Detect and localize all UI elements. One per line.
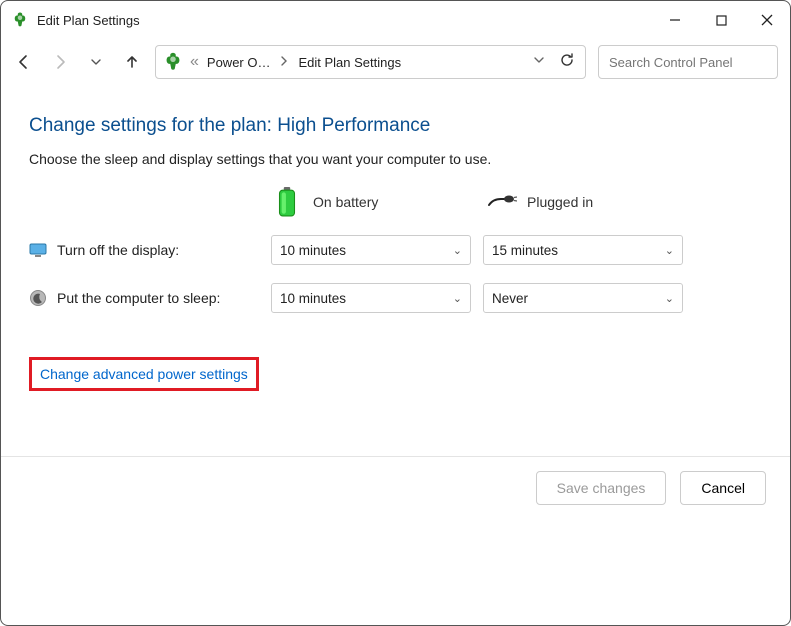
page-description: Choose the sleep and display settings th… [29, 151, 762, 167]
window-controls [652, 1, 790, 39]
refresh-button[interactable] [559, 52, 575, 73]
chevron-right-icon [278, 56, 290, 69]
column-plugged: Plugged in [483, 193, 683, 211]
save-button[interactable]: Save changes [536, 471, 667, 505]
up-button[interactable] [121, 51, 143, 73]
row-sleep-label: Put the computer to sleep: [29, 289, 259, 307]
breadcrumb-editplan[interactable]: Edit Plan Settings [294, 53, 405, 72]
advanced-power-link[interactable]: Change advanced power settings [29, 357, 259, 391]
search-input[interactable] [607, 54, 787, 71]
minimize-button[interactable] [652, 1, 698, 39]
address-app-icon [162, 51, 184, 73]
display-plugged-select[interactable]: 15 minutes ⌄ [483, 235, 683, 265]
column-battery: On battery [271, 187, 471, 217]
page-heading: Change settings for the plan: High Perfo… [29, 115, 762, 137]
sleep-plugged-select[interactable]: Never ⌄ [483, 283, 683, 313]
breadcrumb-prefix: « [190, 53, 199, 71]
content: Change settings for the plan: High Perfo… [1, 89, 790, 391]
sleep-plugged-value: Never [492, 291, 528, 306]
forward-button[interactable] [49, 51, 71, 73]
display-battery-value: 10 minutes [280, 243, 346, 258]
chevron-down-icon: ⌄ [665, 244, 674, 257]
sleep-battery-value: 10 minutes [280, 291, 346, 306]
address-dropdown[interactable] [533, 53, 545, 71]
window: Edit Plan Settings [0, 0, 791, 626]
sleep-battery-select[interactable]: 10 minutes ⌄ [271, 283, 471, 313]
back-button[interactable] [13, 51, 35, 73]
chevron-down-icon: ⌄ [665, 292, 674, 305]
titlebar: Edit Plan Settings [1, 1, 790, 39]
search-box[interactable] [598, 45, 778, 79]
plug-icon [487, 193, 517, 211]
row-display-text: Turn off the display: [57, 242, 179, 258]
sleep-icon [29, 289, 47, 307]
nav-row: « Power O… Edit Plan Settings [1, 39, 790, 89]
window-title: Edit Plan Settings [37, 13, 652, 28]
breadcrumb-power[interactable]: Power O… [203, 53, 275, 72]
column-battery-label: On battery [313, 194, 378, 210]
display-icon [29, 241, 47, 259]
battery-icon [275, 187, 303, 217]
maximize-button[interactable] [698, 1, 744, 39]
display-battery-select[interactable]: 10 minutes ⌄ [271, 235, 471, 265]
app-icon [11, 11, 29, 29]
column-plugged-label: Plugged in [527, 194, 593, 210]
button-bar: Save changes Cancel [1, 456, 790, 505]
settings-grid: On battery Plugged in [29, 187, 762, 313]
close-button[interactable] [744, 1, 790, 39]
chevron-down-icon: ⌄ [453, 292, 462, 305]
row-sleep-text: Put the computer to sleep: [57, 290, 220, 306]
display-plugged-value: 15 minutes [492, 243, 558, 258]
address-bar[interactable]: « Power O… Edit Plan Settings [155, 45, 586, 79]
row-display-label: Turn off the display: [29, 241, 259, 259]
nav-icons [13, 51, 143, 73]
cancel-button[interactable]: Cancel [680, 471, 766, 505]
recent-button[interactable] [85, 51, 107, 73]
chevron-down-icon: ⌄ [453, 244, 462, 257]
